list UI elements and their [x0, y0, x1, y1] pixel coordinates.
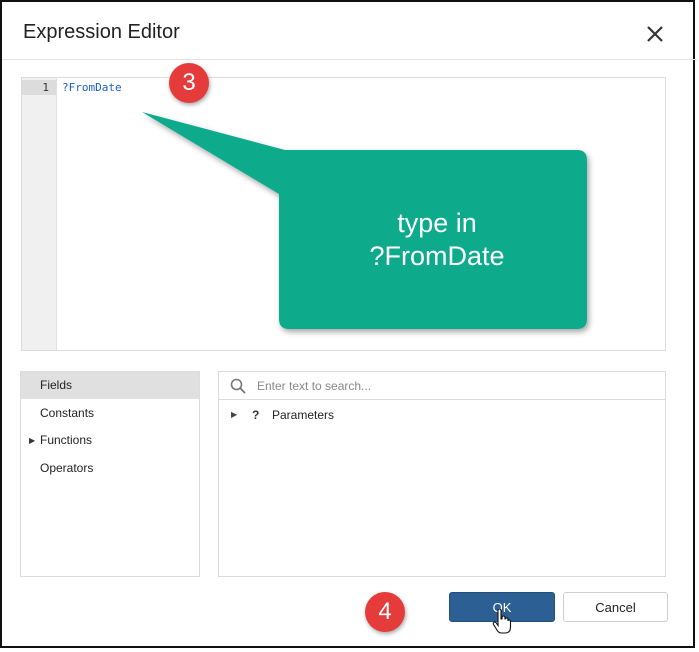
active-line-highlight	[22, 80, 56, 95]
items-panel: ▶ ? Parameters	[218, 371, 666, 577]
category-label: Functions	[40, 433, 93, 447]
tree-item-parameters[interactable]: ▶ ? Parameters	[219, 405, 665, 425]
step-3-badge: 3	[169, 63, 209, 103]
cancel-button[interactable]: Cancel	[563, 592, 668, 622]
line-number: 1	[42, 81, 49, 94]
category-list: Fields Constants ▶ Functions Operators	[20, 371, 200, 577]
category-label: Constants	[40, 406, 95, 420]
dialog-title: Expression Editor	[23, 21, 180, 43]
expression-editor-dialog: Expression Editor 1 ?FromDate type in ?F…	[0, 0, 697, 648]
category-constants[interactable]: Constants	[21, 400, 199, 427]
category-operators[interactable]: Operators	[21, 455, 199, 482]
callout-line-1: type in	[397, 208, 477, 238]
expand-arrow-icon[interactable]: ▶	[231, 405, 237, 425]
tree-item-label: Parameters	[272, 408, 335, 422]
line-number-gutter: 1	[22, 78, 57, 350]
category-label: Operators	[40, 461, 94, 475]
question-icon: ?	[252, 408, 260, 422]
expression-text[interactable]: ?FromDate	[62, 81, 122, 94]
hand-cursor-icon	[492, 609, 512, 634]
category-label: Fields	[40, 378, 73, 392]
expand-arrow-icon[interactable]: ▶	[29, 427, 35, 454]
category-functions[interactable]: ▶ Functions	[21, 427, 199, 454]
search-input[interactable]	[255, 376, 659, 396]
header-divider	[2, 59, 697, 60]
search-icon	[230, 378, 246, 399]
category-fields[interactable]: Fields	[21, 372, 199, 399]
callout-text: type in ?FromDate	[292, 207, 582, 273]
search-bar	[219, 372, 665, 400]
callout-line-2: ?FromDate	[369, 241, 505, 271]
step-4-badge: 4	[365, 592, 405, 632]
close-icon[interactable]	[643, 22, 667, 46]
